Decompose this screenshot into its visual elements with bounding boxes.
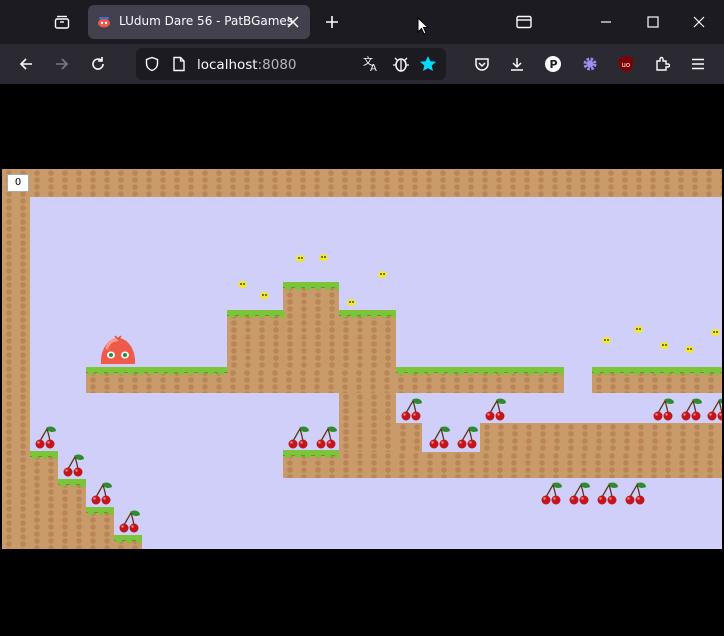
cherry-icon [678,396,704,422]
stair-step [30,453,58,549]
navigation-toolbar: localhost:8080 文A P uo [0,44,724,84]
lower-ledge [283,452,722,478]
yellow-critter-icon [260,291,269,299]
platform-main-grass [396,367,564,375]
cherry-icon [60,452,86,478]
yellow-critter-icon [296,254,305,262]
ublock-icon[interactable]: uo [614,52,638,76]
yellow-critter-icon [685,345,694,353]
tab-title: LUdum Dare 56 - PatBGames [119,14,294,28]
favicon-icon [96,14,112,30]
step-block [396,423,422,452]
cherry-icon [88,480,114,506]
reload-icon[interactable] [86,52,110,76]
stair-grass [86,507,114,515]
yellow-critter-icon [238,280,247,288]
url-port: :8080 [257,57,297,73]
cherry-icon [704,396,722,422]
stair-step [86,509,114,549]
cherry-icon [594,480,620,506]
raised-top-grass [283,282,339,290]
raised-block [227,312,396,369]
right-block [480,423,722,452]
stair-grass [114,535,142,543]
cherry-icon [538,480,564,506]
new-tab-icon[interactable] [318,10,346,34]
tab-groups-icon[interactable] [48,10,76,34]
tab-bar: LUdum Dare 56 - PatBGames [0,0,724,44]
forward-icon[interactable] [50,52,74,76]
account-p-icon[interactable]: P [541,52,565,76]
cherry-icon [313,424,339,450]
raised-block-grass [227,310,285,318]
bug-icon[interactable] [392,55,410,73]
extensions-icon[interactable] [650,52,674,76]
cherry-icon [398,396,424,422]
platform-main-grass [86,367,228,375]
cherry-icon [32,424,58,450]
gear-extension-icon[interactable] [578,52,602,76]
yellow-critter-icon [660,341,669,349]
yellow-critter-icon [602,336,611,344]
back-icon[interactable] [14,52,38,76]
cherry-icon [482,396,508,422]
download-icon[interactable] [505,52,529,76]
cherry-icon [116,508,142,534]
left-wall-terrain [2,197,30,549]
cherry-icon [566,480,592,506]
star-icon[interactable] [419,55,437,73]
cherry-icon [285,424,311,450]
close-tab-icon[interactable] [286,15,300,29]
maximize-icon[interactable] [641,10,665,34]
player-slime [98,334,138,366]
tab-active[interactable]: LUdum Dare 56 - PatBGames [88,5,310,39]
stair-grass [30,451,58,459]
close-window-icon[interactable] [687,10,711,34]
yellow-critter-icon [711,328,720,336]
svg-text:P: P [550,58,558,71]
cherry-icon [622,480,648,506]
svg-text:uo: uo [622,61,631,69]
shield-icon[interactable] [144,56,160,72]
translate-icon[interactable]: 文A [362,55,380,73]
url-host: localhost [197,57,258,73]
raised-block-grass [339,310,396,318]
score-counter: 0 [7,174,29,192]
page-icon[interactable] [172,56,186,72]
browser-chrome: LUdum Dare 56 - PatBGames localhost:8080… [0,0,724,84]
url-bar[interactable]: localhost:8080 文A [136,48,446,80]
stair-grass [58,479,86,487]
pocket-icon[interactable] [470,52,494,76]
ceiling-terrain [2,169,722,197]
platform-right-grass [592,367,722,375]
cherry-icon [454,424,480,450]
tab-list-icon[interactable] [510,10,538,34]
yellow-critter-icon [319,253,328,261]
url-text[interactable]: localhost:8080 [197,57,297,73]
svg-text:A: A [370,63,377,73]
stair-step [58,481,86,549]
yellow-critter-icon [634,325,643,333]
cursor-pointer [416,16,430,36]
game-canvas[interactable]: 0 [2,169,722,549]
lower-ledge-grass [283,450,339,458]
cherry-icon [650,396,676,422]
cherry-icon [426,424,452,450]
menu-icon[interactable] [686,52,710,76]
yellow-critter-icon [347,298,356,306]
minimize-icon[interactable] [594,10,618,34]
yellow-critter-icon [378,270,387,278]
